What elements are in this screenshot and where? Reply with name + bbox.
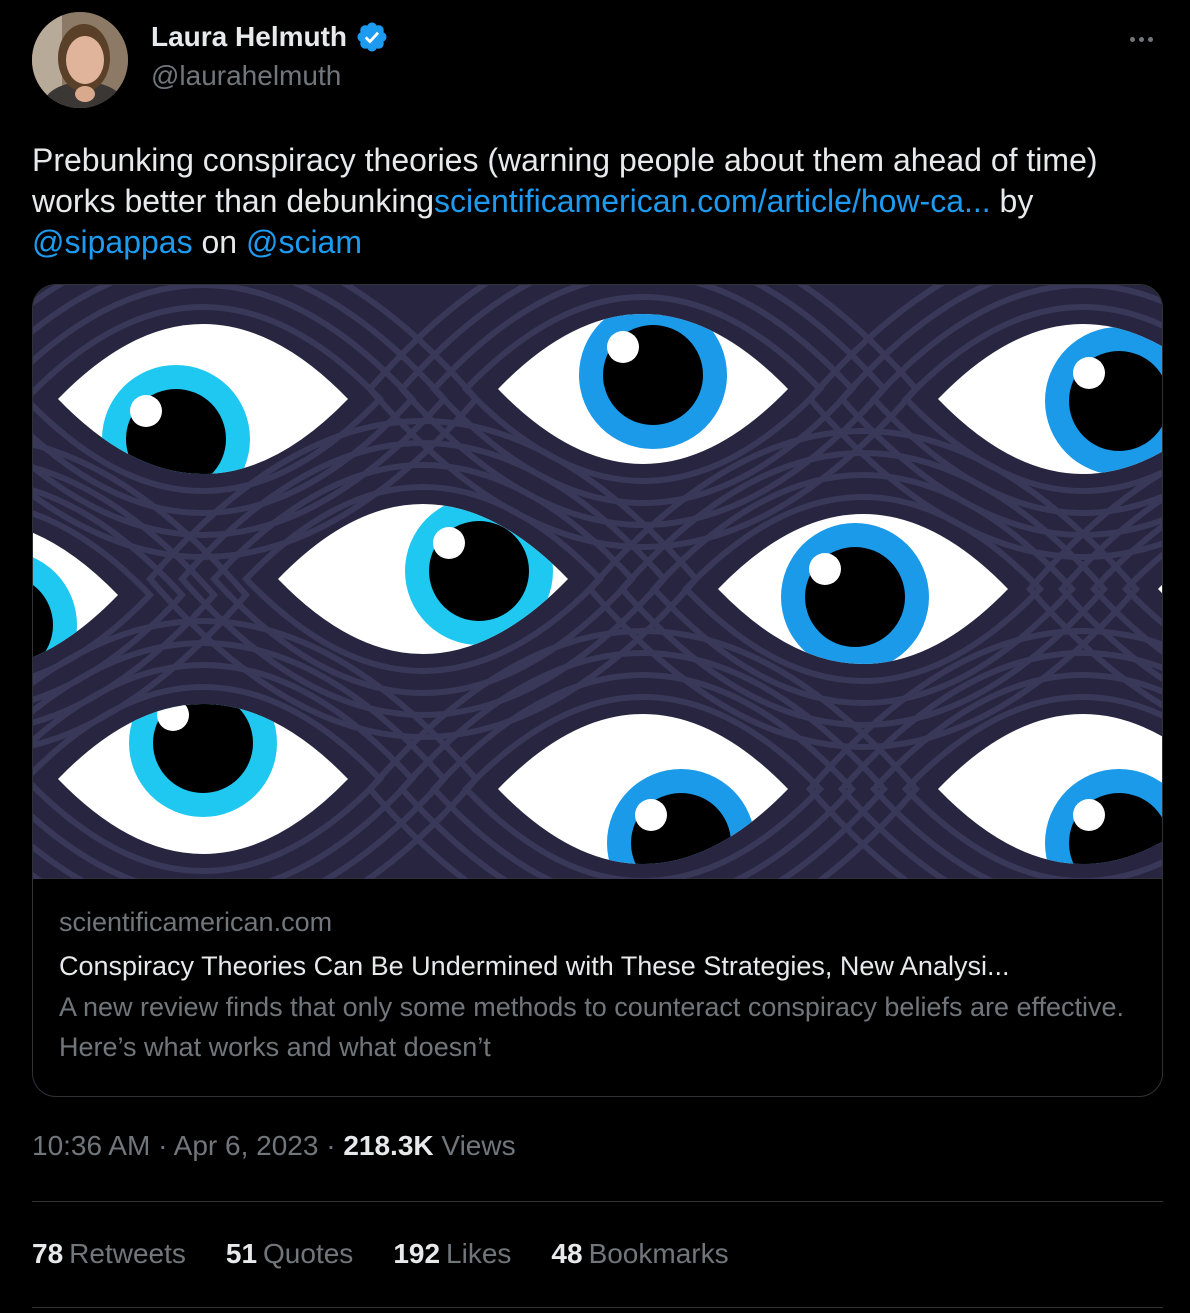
mention-sipappas[interactable]: @sipappas	[32, 224, 193, 260]
card-domain: scientificamerican.com	[59, 907, 333, 937]
quotes-count: 51	[225, 1238, 258, 1269]
bookmarks-stat[interactable]: 48 Bookmarks	[551, 1238, 728, 1270]
link-preview-card[interactable]: scientificamerican.com Conspiracy Theori…	[32, 284, 1163, 1097]
author-display-name[interactable]: Laura Helmuth	[151, 21, 347, 53]
author-handle[interactable]: @laurahelmuth	[151, 60, 341, 92]
retweets-stat[interactable]: 78 Retweets	[32, 1238, 186, 1270]
card-description: A new review finds that only some method…	[59, 992, 1125, 1062]
retweets-label: Retweets	[69, 1238, 186, 1269]
divider	[32, 1201, 1163, 1202]
separator: ·	[318, 1130, 344, 1161]
article-link[interactable]: scientificamerican.com/article/how-ca...	[434, 183, 991, 219]
eyes-illustration	[33, 285, 1162, 879]
views-count: 218.3K	[343, 1130, 434, 1161]
bookmarks-count: 48	[551, 1238, 583, 1269]
separator: ·	[150, 1130, 174, 1161]
divider	[32, 1307, 1163, 1308]
card-image[interactable]	[33, 285, 1162, 879]
by-text: by	[990, 183, 1034, 219]
on-text: on	[192, 224, 246, 260]
tweet-date[interactable]: Apr 6, 2023	[174, 1130, 319, 1161]
likes-count: 192	[393, 1238, 441, 1269]
more-options-icon[interactable]	[1124, 24, 1158, 54]
verified-badge-icon	[357, 22, 387, 52]
engagement-stats: 78 Retweets 51 Quotes 192 Likes 48 Bookmarks	[32, 1238, 729, 1270]
quotes-label: Quotes	[263, 1238, 354, 1269]
mention-sciam[interactable]: @sciam	[246, 224, 362, 260]
bookmarks-label: Bookmarks	[588, 1238, 729, 1269]
tweet-text: Prebunking conspiracy theories (warning …	[32, 140, 1162, 263]
likes-label: Likes	[446, 1238, 512, 1269]
likes-stat[interactable]: 192 Likes	[393, 1238, 511, 1270]
quotes-stat[interactable]: 51 Quotes	[226, 1238, 353, 1270]
views-label: Views	[433, 1130, 516, 1161]
timestamp-row: 10:36 AM · Apr 6, 2023 · 218.3K Views	[32, 1130, 516, 1162]
avatar[interactable]	[32, 12, 128, 108]
card-title: Conspiracy Theories Can Be Undermined wi…	[59, 951, 1010, 981]
tweet-time[interactable]: 10:36 AM	[32, 1130, 150, 1161]
retweets-count: 78	[32, 1238, 64, 1269]
